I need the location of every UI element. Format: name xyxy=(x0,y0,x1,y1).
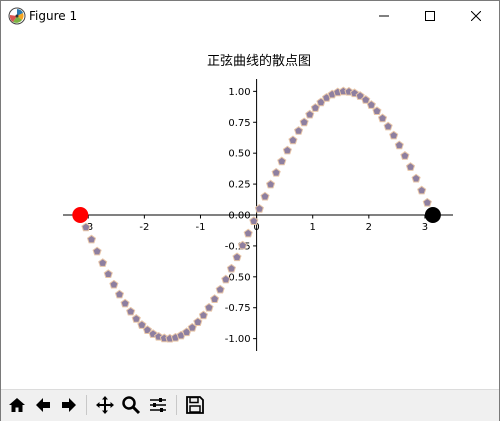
x-tick-label: -2 xyxy=(139,222,149,233)
y-tick-label: 0.75 xyxy=(228,118,250,129)
sine-data-point xyxy=(293,126,304,135)
window-title: Figure 1 xyxy=(29,9,78,23)
sine-data-point xyxy=(103,269,113,279)
y-tick-label: -0.75 xyxy=(225,303,251,314)
sine-data-point xyxy=(210,294,220,303)
sine-data-point xyxy=(266,179,276,189)
title-bar[interactable]: Figure 1 xyxy=(1,1,499,31)
sine-data-point xyxy=(271,167,281,177)
sine-data-point xyxy=(389,130,399,140)
sine-data-point xyxy=(98,258,108,267)
sine-data-point xyxy=(277,156,287,166)
sine-data-point xyxy=(215,284,225,294)
sine-data-point xyxy=(394,140,404,150)
sine-data-point xyxy=(411,173,421,183)
configure-subplots-button[interactable] xyxy=(147,394,169,416)
back-arrow-icon xyxy=(36,398,50,412)
sine-data-point xyxy=(86,234,97,244)
y-tick-label: 0.50 xyxy=(228,149,250,160)
sine-data-point xyxy=(417,185,427,195)
zoom-icon xyxy=(122,396,141,415)
sine-scatter-chart: -3-2-10123-1.00-0.75-0.50-0.250.000.250.… xyxy=(63,53,453,351)
y-tick-label: 0.25 xyxy=(228,180,250,191)
sine-data-point xyxy=(114,289,125,299)
maximize-icon xyxy=(425,11,435,21)
home-icon xyxy=(9,398,25,412)
maximize-button[interactable] xyxy=(407,1,453,31)
close-icon xyxy=(471,11,481,21)
sine-data-point xyxy=(383,121,393,131)
sine-data-point xyxy=(226,263,236,273)
sine-data-point xyxy=(109,279,119,289)
forward-button[interactable] xyxy=(58,394,80,416)
chart-title: 正弦曲线的散点图 xyxy=(207,53,311,69)
sine-data-point xyxy=(422,197,432,207)
zoom-button[interactable] xyxy=(120,394,142,416)
sine-data-point xyxy=(299,117,309,127)
pan-icon xyxy=(96,396,114,414)
configure-subplots-icon xyxy=(150,398,166,412)
sine-data-point xyxy=(377,113,388,123)
toolbar-separator xyxy=(86,395,87,415)
close-button[interactable] xyxy=(453,1,499,31)
minimize-icon xyxy=(379,15,389,17)
start-point-marker xyxy=(72,207,89,223)
sine-data-point xyxy=(243,228,253,238)
sine-data-point xyxy=(92,246,102,256)
x-tick-label: 1 xyxy=(310,222,316,233)
x-tick-label: 2 xyxy=(366,222,372,233)
x-tick-label: 3 xyxy=(422,222,428,233)
sine-data-point xyxy=(126,306,136,316)
y-tick-label: -0.25 xyxy=(225,241,251,252)
y-tick-label: 1.00 xyxy=(228,87,250,98)
back-button[interactable] xyxy=(32,394,54,416)
navigation-toolbar xyxy=(1,389,499,421)
sine-data-point xyxy=(260,191,270,201)
toolbar-separator xyxy=(176,395,177,415)
save-icon xyxy=(186,396,204,414)
y-tick-label: 0.00 xyxy=(228,211,250,222)
end-point-marker xyxy=(424,207,441,223)
save-button[interactable] xyxy=(184,394,206,416)
x-tick-label: -1 xyxy=(195,222,205,233)
sine-data-point xyxy=(288,135,298,145)
sine-data-point xyxy=(198,310,209,320)
plot-area[interactable]: -3-2-10123-1.00-0.75-0.50-0.250.000.250.… xyxy=(1,31,499,389)
sine-data-point xyxy=(232,252,242,262)
y-tick-label: -1.00 xyxy=(225,334,251,345)
sine-data-point xyxy=(120,298,130,308)
sine-data-point xyxy=(282,145,292,155)
sine-data-point xyxy=(405,162,416,171)
figure-window: Figure 1 -3-2-10123-1.00-0.75-0.50-0.250… xyxy=(0,0,500,421)
home-button[interactable] xyxy=(6,394,28,416)
sine-data-point xyxy=(400,151,410,160)
sine-data-point xyxy=(204,302,214,312)
forward-arrow-icon xyxy=(62,398,76,412)
matplotlib-logo-icon xyxy=(8,7,26,25)
minimize-button[interactable] xyxy=(361,1,407,31)
sine-data-point xyxy=(131,314,141,323)
pan-button[interactable] xyxy=(94,394,116,416)
